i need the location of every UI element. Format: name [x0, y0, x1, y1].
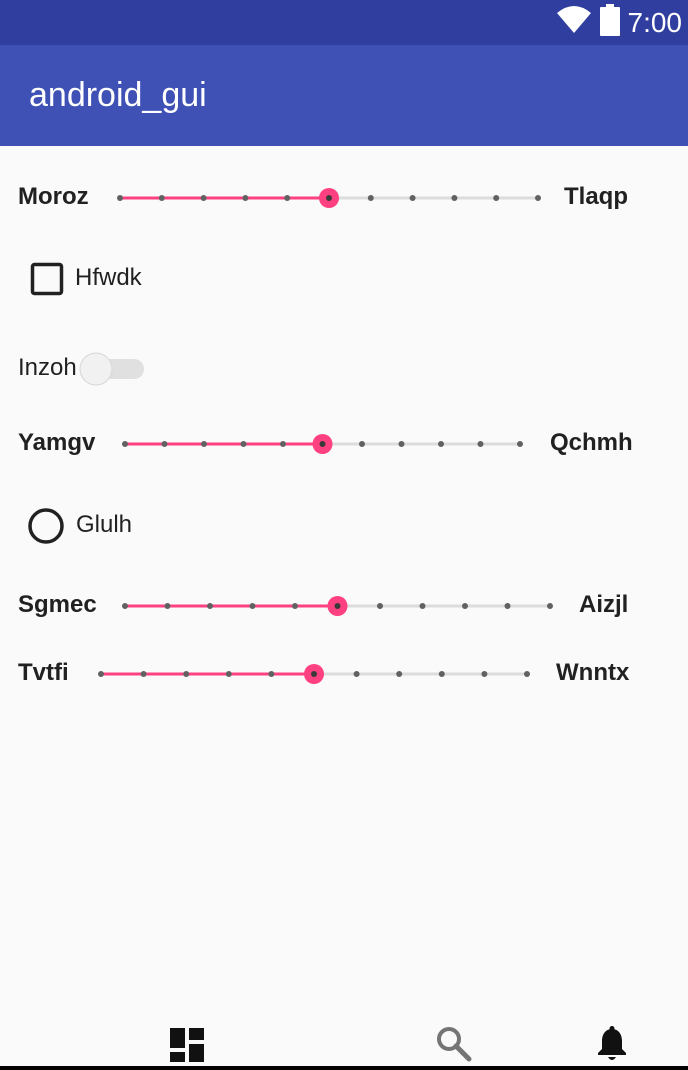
search-icon[interactable]: [436, 1026, 472, 1067]
slider-tick: [419, 603, 426, 609]
slider-tick: [201, 441, 207, 447]
slider2[interactable]: [115, 429, 530, 459]
status-bar: 7:00: [0, 0, 688, 45]
slider-tick: [122, 603, 128, 609]
slider2-right-label: Qchmh: [550, 429, 633, 456]
status-time: 7:00: [627, 7, 683, 38]
slider-tick: [183, 671, 190, 677]
slider4-left-label: Tvtfi: [18, 659, 69, 686]
slider-tick: [122, 441, 128, 447]
slider-tick: [240, 441, 247, 447]
slider4[interactable]: [91, 659, 537, 689]
slider-tick: [481, 671, 488, 677]
slider-thumb-center: [311, 671, 317, 677]
slider-tick: [517, 441, 523, 447]
slider-tick: [242, 195, 249, 201]
slider-thumb-center: [319, 441, 326, 447]
checkbox-box-icon: [30, 262, 64, 301]
navigation-bar-edge: [0, 1066, 688, 1070]
slider1-left-label: Moroz: [18, 183, 89, 210]
battery-icon: [599, 4, 620, 41]
slider-tick: [359, 441, 365, 447]
radio-circle-icon: [28, 508, 64, 549]
slider-tick: [249, 603, 256, 609]
slider-tick: [477, 441, 484, 447]
radio-label: Glulh: [76, 511, 133, 538]
slider3[interactable]: [115, 591, 560, 621]
slider-tick: [409, 195, 416, 201]
slider-tick: [547, 603, 553, 609]
slider-tick: [117, 195, 123, 201]
switch-inzoh[interactable]: Inzoh: [18, 350, 158, 388]
slider-tick: [535, 195, 541, 201]
status-icons: 7:00: [556, 0, 683, 45]
slider-tick: [292, 603, 298, 609]
slider-tick: [200, 195, 207, 201]
app-title: android_gui: [29, 76, 207, 114]
slider-tick: [451, 195, 458, 201]
slider1[interactable]: [110, 183, 548, 213]
radio-glulh[interactable]: Glulh: [28, 508, 188, 544]
wifi-icon: [556, 5, 592, 40]
switch-track-icon: [76, 350, 146, 393]
slider-tick: [207, 603, 213, 609]
switch-label: Inzoh: [18, 354, 77, 381]
slider-thumb-center: [326, 195, 332, 201]
slider1-right-label: Tlaqp: [564, 183, 628, 210]
slider-tick: [140, 671, 147, 677]
checkbox-label: Hfwdk: [75, 264, 142, 291]
slider-tick: [438, 441, 444, 447]
slider-tick: [367, 195, 374, 201]
slider2-left-label: Yamgv: [18, 429, 96, 456]
slider-tick: [377, 603, 383, 609]
slider3-right-label: Aizjl: [579, 591, 629, 618]
dashboard-icon[interactable]: [170, 1028, 204, 1067]
slider-tick: [158, 195, 165, 201]
slider-tick: [284, 195, 291, 201]
slider-tick: [438, 671, 445, 677]
slider-tick: [280, 441, 286, 447]
slider-tick: [225, 671, 232, 677]
slider-tick: [161, 441, 168, 447]
slider-tick: [268, 671, 275, 677]
app-bar: android_gui: [0, 45, 688, 146]
checkbox-hfwdk[interactable]: Hfwdk: [30, 262, 190, 296]
slider-thumb-center: [334, 603, 341, 609]
slider-tick: [493, 195, 500, 201]
slider-tick: [462, 603, 468, 609]
slider3-left-label: Sgmec: [18, 591, 97, 618]
notifications-icon[interactable]: [596, 1026, 628, 1067]
slider-tick: [353, 671, 360, 677]
slider-tick: [164, 603, 171, 609]
bottom-navigation: [0, 1010, 688, 1070]
slider4-right-label: Wnntx: [556, 659, 630, 686]
slider-tick: [524, 671, 530, 677]
slider-tick: [396, 671, 403, 677]
slider-tick: [98, 671, 104, 677]
slider-tick: [504, 603, 511, 609]
slider-tick: [398, 441, 405, 447]
